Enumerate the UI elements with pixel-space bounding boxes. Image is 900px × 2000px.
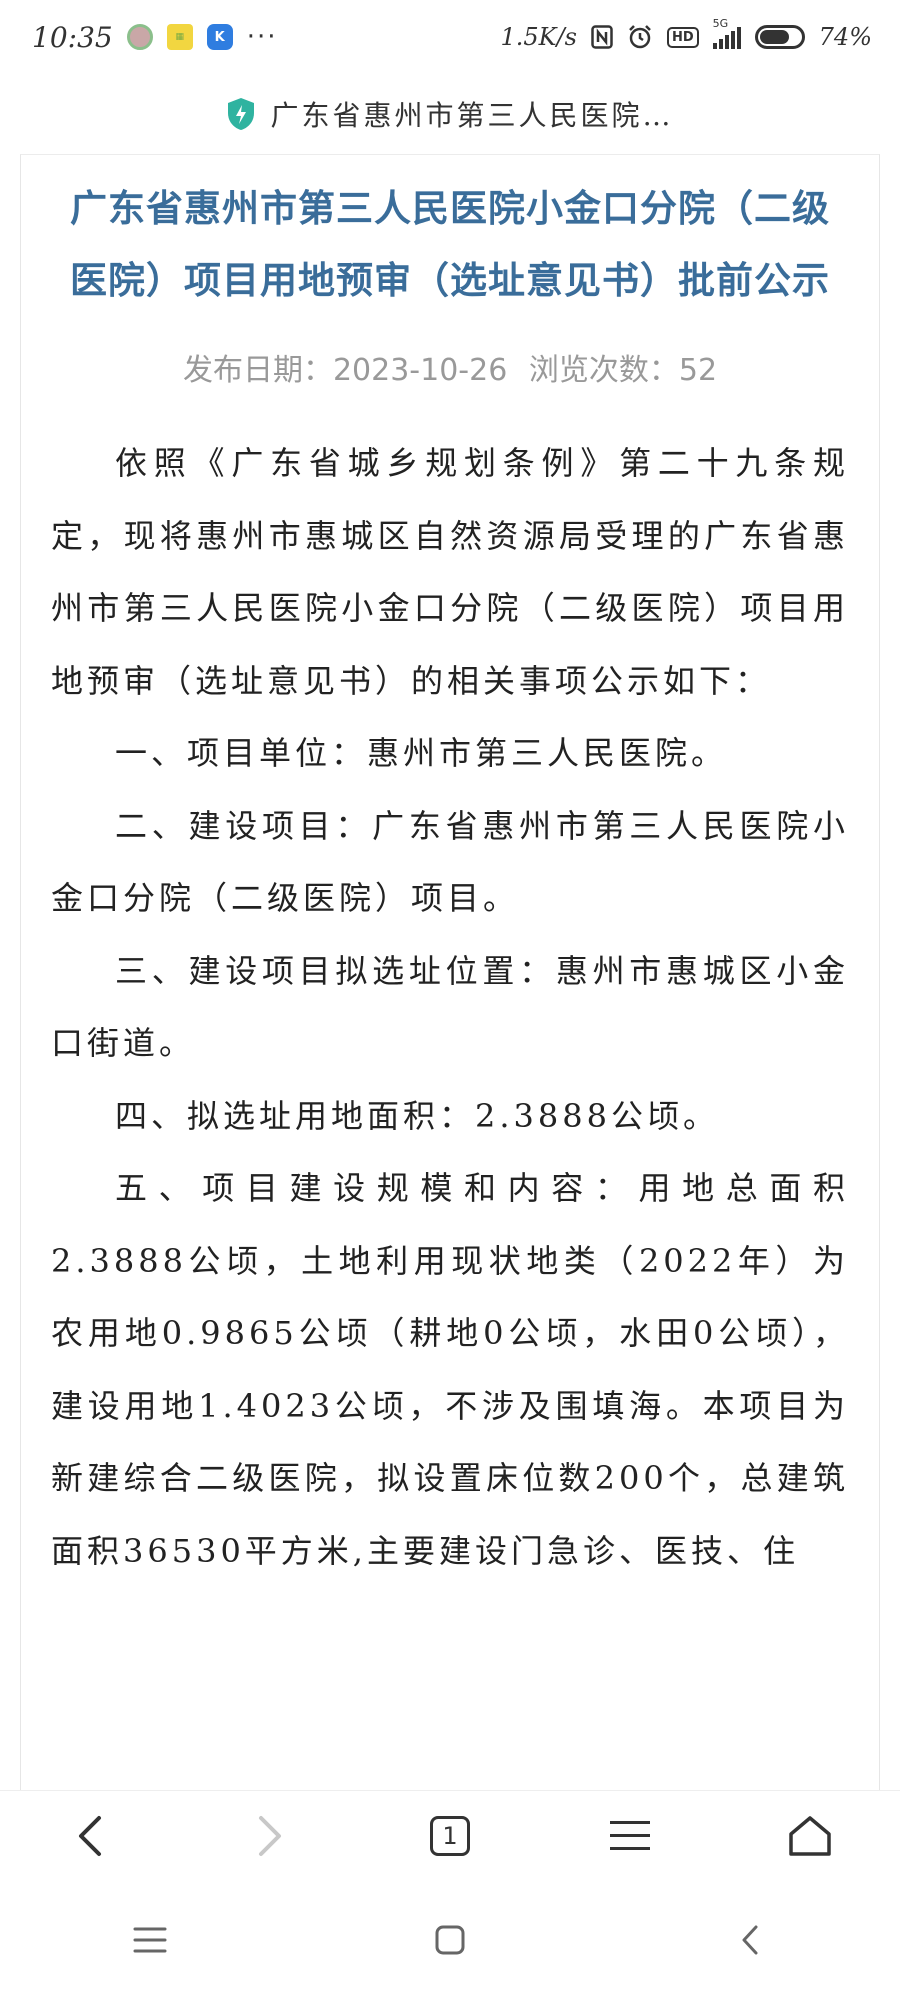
home-button[interactable]: [770, 1796, 850, 1876]
app-notification-icon: K: [206, 24, 233, 50]
system-nav-bar: [0, 1880, 900, 2000]
paragraph: 依照《广东省城乡规划条例》第二十九条规定，现将惠州市惠城区自然资源局受理的广东省…: [51, 444, 849, 700]
forward-button[interactable]: [230, 1796, 310, 1876]
network-type: 5G: [712, 17, 729, 30]
app-notification-icon: ▦: [166, 24, 193, 50]
tabs-button[interactable]: 1: [410, 1796, 490, 1876]
network-speed: 1.5K/s: [500, 23, 577, 51]
app-notification-icon: [126, 24, 153, 50]
battery-percent: 74%: [818, 23, 872, 51]
back-icon: [742, 1925, 758, 1955]
back-button[interactable]: [50, 1796, 130, 1876]
publish-date: 发布日期：2023-10-26: [182, 353, 508, 388]
status-left: 10:35 ▦ K ···: [32, 21, 278, 54]
paragraph: 五、项目建设规模和内容：用地总面积2.3888公顷，土地利用现状地类（2022年…: [51, 1169, 849, 1570]
nfc-icon: [591, 25, 613, 49]
forward-icon: [259, 1815, 281, 1856]
shield-icon: [226, 97, 256, 131]
signal-icon: 5G: [712, 17, 741, 49]
article-title: 广东省惠州市第三人民医院小金口分院（二级医院）项目用地预审（选址意见书）批前公示: [70, 187, 830, 302]
menu-icon: [610, 1821, 650, 1850]
recent-apps-button[interactable]: [110, 1900, 190, 1980]
page-title-url[interactable]: 广东省惠州市第三人民医院…: [270, 94, 673, 134]
battery-icon: [754, 25, 805, 49]
status-bar: 10:35 ▦ K ··· 1.5K/s HD 5G 74%: [0, 0, 900, 74]
tab-count: 1: [430, 1815, 470, 1856]
article-body: 依照《广东省城乡规划条例》第二十九条规定，现将惠州市惠城区自然资源局受理的广东省…: [51, 427, 849, 1587]
more-notifications-icon: ···: [246, 22, 278, 52]
paragraph: 二、建设项目：广东省惠州市第三人民医院小金口分院（二级医院）项目。: [51, 806, 849, 918]
home-icon: [789, 1815, 831, 1856]
address-bar[interactable]: 广东省惠州市第三人民医院…: [0, 74, 900, 154]
paragraph: 一、项目单位：惠州市第三人民医院。: [115, 734, 728, 772]
article-meta: 发布日期：2023-10-26 浏览次数：52: [21, 345, 879, 389]
paragraph: 三、建设项目拟选址位置：惠州市惠城区小金口街道。: [51, 951, 849, 1063]
hd-icon: HD: [666, 26, 699, 48]
status-right: 1.5K/s HD 5G 74%: [500, 17, 872, 51]
system-home-button[interactable]: [410, 1900, 490, 1980]
home-icon: [435, 1925, 465, 1955]
system-back-button[interactable]: [710, 1900, 790, 1980]
view-count: 浏览次数：52: [528, 353, 718, 388]
recent-apps-icon: [133, 1927, 167, 1953]
menu-button[interactable]: [590, 1796, 670, 1876]
status-time: 10:35: [32, 20, 113, 54]
back-icon: [79, 1815, 101, 1856]
battery-level: [759, 30, 790, 44]
article-content: 广东省惠州市第三人民医院小金口分院（二级医院）项目用地预审（选址意见书）批前公示…: [20, 154, 880, 1790]
alarm-icon: [627, 24, 653, 50]
browser-toolbar: 1: [0, 1790, 900, 1880]
paragraph: 四、拟选址用地面积：2.3888公顷。: [115, 1096, 719, 1135]
